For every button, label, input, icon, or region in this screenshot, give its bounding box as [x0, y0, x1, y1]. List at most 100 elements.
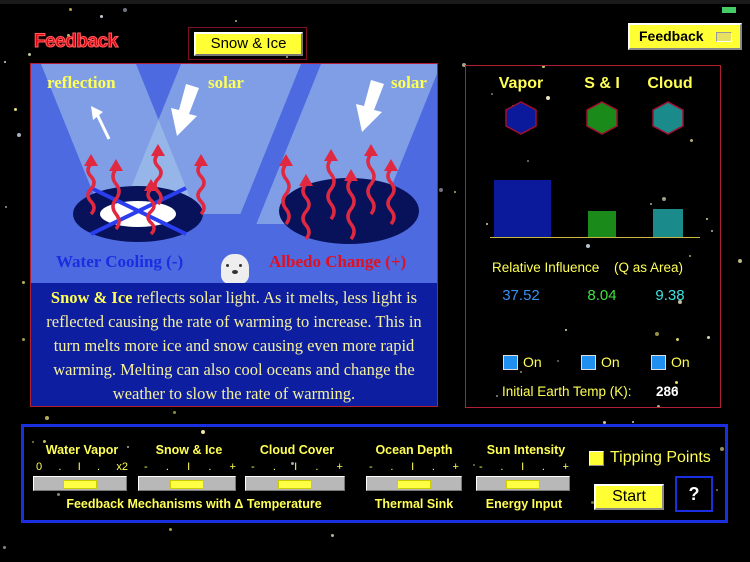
checkbox-icon[interactable]	[651, 354, 666, 370]
reflection-arrow-icon	[91, 106, 111, 140]
cloud-cover-label: Cloud Cover	[259, 443, 335, 457]
column-header-vapor: Vapor	[498, 75, 544, 92]
tick-mark: I	[77, 461, 81, 473]
ocean-depth-slider[interactable]	[366, 476, 462, 491]
ocean-depth-label: Ocean Depth	[375, 443, 453, 457]
tick-mark: .	[208, 461, 212, 473]
solar-arrow-left-icon	[171, 84, 199, 136]
feedback-description: Snow & Ice reflects solar light. As it m…	[31, 283, 437, 406]
albedo-change-caption: Albedo Change (+)	[269, 252, 407, 271]
tick-mark: x2	[116, 461, 128, 473]
initial-temp-label: Initial Earth Temp (K):	[502, 384, 632, 399]
sun-intensity-ticks: -. I. +	[479, 461, 569, 473]
star	[45, 415, 50, 420]
heat-arrow-head-icon	[279, 154, 293, 166]
star	[439, 188, 444, 193]
star	[453, 191, 456, 194]
tick-mark: I	[294, 461, 298, 473]
selected-feedback-button[interactable]: Snow & Ice	[194, 32, 303, 56]
initial-temp-value[interactable]: 286	[656, 384, 679, 399]
tick-mark: -	[369, 461, 373, 473]
snow-ice-toggle[interactable]: On	[581, 354, 620, 370]
checkbox-icon[interactable]	[581, 354, 596, 370]
star	[330, 533, 334, 537]
star	[3, 60, 6, 63]
status-bar	[0, 0, 750, 4]
star	[27, 52, 31, 56]
polar-bear-icon	[221, 254, 249, 284]
tick-mark: .	[58, 461, 62, 473]
star	[2, 546, 6, 550]
thermal-sink-label: Thermal Sink	[374, 497, 454, 511]
solar-arrow-right-icon	[356, 80, 384, 132]
cloud-toggle[interactable]: On	[651, 354, 690, 370]
slider-thumb[interactable]	[170, 480, 204, 489]
influence-panel: Vapor S & I Cloud Relative Influence (Q …	[465, 65, 721, 408]
heat-arrow-head-icon	[364, 144, 378, 156]
water-vapor-slider[interactable]	[33, 476, 127, 491]
water-vapor-label: Water Vapor	[45, 443, 119, 457]
cloud-value: 9.38	[655, 287, 685, 304]
checkbox-icon[interactable]	[589, 450, 604, 466]
column-header-snow-ice: S & I	[584, 75, 620, 92]
checkbox-icon[interactable]	[503, 354, 518, 370]
tick-mark: I	[187, 461, 191, 473]
water-vapor-ticks: 0. I. x2	[36, 461, 128, 473]
tick-mark: I	[521, 461, 525, 473]
vapor-hex-icon	[505, 101, 537, 135]
snow-ice-ticks: -. I. +	[144, 461, 236, 473]
tipping-points-label: Tipping Points	[610, 449, 711, 466]
cloud-hex-icon	[652, 101, 684, 135]
star	[169, 527, 173, 531]
bar-baseline	[490, 237, 700, 238]
tick-mark: .	[315, 461, 319, 473]
energy-input-label: Energy Input	[485, 497, 563, 511]
cloud-cover-slider[interactable]	[245, 476, 345, 491]
feedback-mode-button[interactable]: Feedback	[628, 23, 742, 50]
tick-mark: +	[562, 461, 569, 473]
tick-mark: .	[431, 461, 435, 473]
slider-thumb[interactable]	[506, 480, 540, 489]
tick-mark: 0	[36, 461, 43, 473]
slider-thumb[interactable]	[278, 480, 312, 489]
star	[69, 8, 73, 12]
heat-arrow-head-icon	[384, 159, 398, 171]
start-button[interactable]: Start	[594, 484, 664, 510]
sun-intensity-slider[interactable]	[476, 476, 570, 491]
heat-arrow-head-icon	[84, 154, 98, 166]
tick-mark: .	[390, 461, 394, 473]
snow-ice-slider[interactable]	[138, 476, 236, 491]
q-as-area-label: (Q as Area)	[614, 260, 684, 275]
snow-ice-toggle-label: On	[601, 354, 620, 370]
influence-bar-vapor	[493, 180, 551, 237]
star	[737, 258, 742, 263]
slider-thumb[interactable]	[397, 480, 431, 489]
feedback-illustration: reflection solar solar Water Cooling (-)…	[30, 63, 438, 407]
control-panel: Water Vapor Snow & Ice Cloud Cover Ocean…	[21, 424, 728, 523]
column-header-cloud: Cloud	[647, 75, 693, 92]
star	[172, 410, 176, 414]
tipping-points-toggle[interactable]: Tipping Points	[589, 449, 711, 467]
star	[17, 132, 22, 137]
sun-intensity-label: Sun Intensity	[486, 443, 566, 457]
ocean-depth-ticks: -. I. +	[369, 461, 459, 473]
tick-mark: +	[452, 461, 459, 473]
feedback-mode-label: Feedback	[639, 28, 704, 44]
vapor-value: 37.52	[502, 287, 540, 304]
star	[99, 15, 103, 18]
slider-thumb[interactable]	[63, 480, 97, 489]
heat-arrow-head-icon	[324, 149, 338, 161]
vapor-toggle-label: On	[523, 354, 542, 370]
heat-arrow-head-icon	[109, 159, 123, 171]
star	[632, 421, 635, 424]
tick-mark: .	[500, 461, 504, 473]
page-title: Feedback	[34, 31, 119, 53]
star	[21, 281, 25, 285]
vapor-toggle[interactable]: On	[503, 354, 542, 370]
help-button[interactable]: ?	[675, 476, 713, 512]
tick-mark: I	[411, 461, 415, 473]
tick-mark: +	[229, 461, 236, 473]
feedback-mechanisms-label: Feedback Mechanisms with Δ Temperature	[66, 497, 322, 511]
influence-bar-s-i	[588, 210, 616, 237]
tick-mark: .	[272, 461, 276, 473]
